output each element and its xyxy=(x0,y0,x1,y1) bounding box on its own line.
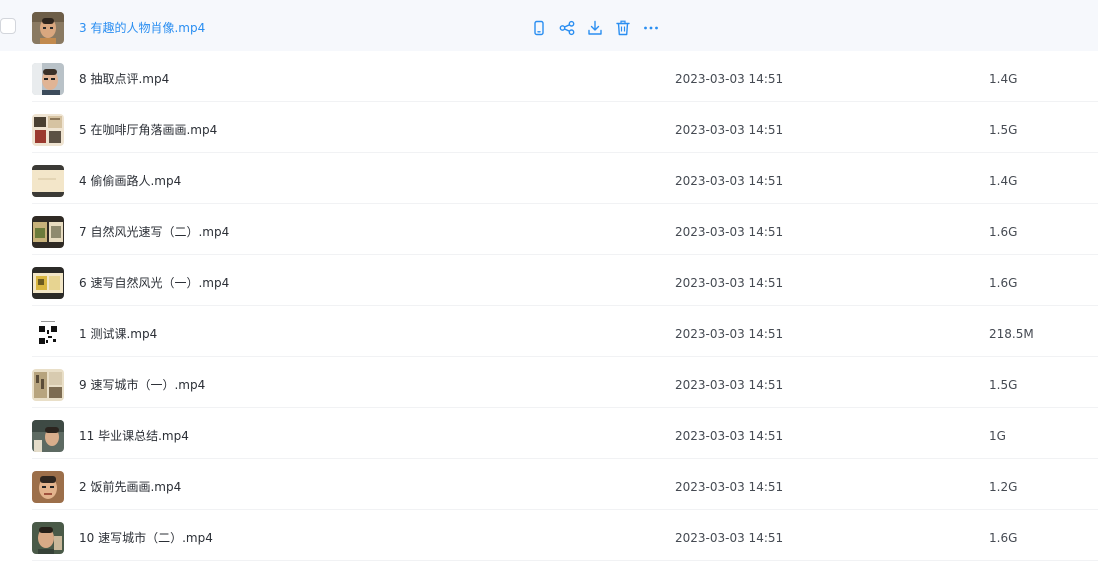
file-name[interactable]: 1 测试课.mp4 xyxy=(79,306,157,362)
file-name[interactable]: 5 在咖啡厅角落画画.mp4 xyxy=(79,102,217,158)
file-row[interactable]: 11 毕业课总结.mp4 2023-03-03 14:51 1G xyxy=(0,408,1098,459)
video-thumbnail[interactable] xyxy=(32,471,64,503)
file-name[interactable]: 7 自然风光速写（二）.mp4 xyxy=(79,204,229,260)
row-actions xyxy=(530,19,670,37)
video-thumbnail[interactable] xyxy=(32,165,64,197)
file-size: 1.6G xyxy=(989,225,1018,239)
file-row[interactable]: 10 速写城市（二）.mp4 2023-03-03 14:51 1.6G xyxy=(0,510,1098,561)
file-row[interactable]: 1 测试课.mp4 2023-03-03 14:51 218.5M xyxy=(0,306,1098,357)
file-date: 2023-03-03 14:51 xyxy=(675,174,784,188)
file-date: 2023-03-03 14:51 xyxy=(675,123,784,137)
video-thumbnail[interactable] xyxy=(32,63,64,95)
file-date: 2023-03-03 14:51 xyxy=(675,378,784,392)
video-thumbnail[interactable] xyxy=(32,369,64,401)
video-thumbnail[interactable] xyxy=(32,522,64,554)
file-name[interactable]: 6 速写自然风光（一）.mp4 xyxy=(79,255,229,311)
file-name[interactable]: 4 偷偷画路人.mp4 xyxy=(79,153,181,209)
download-icon[interactable] xyxy=(586,19,604,37)
file-size: 1.5G xyxy=(989,378,1018,392)
file-date: 2023-03-03 14:51 xyxy=(675,429,784,443)
video-thumbnail[interactable] xyxy=(32,12,64,44)
more-icon[interactable] xyxy=(642,19,660,37)
video-thumbnail[interactable] xyxy=(32,420,64,452)
file-row[interactable]: 6 速写自然风光（一）.mp4 2023-03-03 14:51 1.6G xyxy=(0,255,1098,306)
file-name[interactable]: 2 饭前先画画.mp4 xyxy=(79,459,181,515)
file-date: 2023-03-03 14:51 xyxy=(675,276,784,290)
file-row[interactable]: 9 速写城市（一）.mp4 2023-03-03 14:51 1.5G xyxy=(0,357,1098,408)
file-name[interactable]: 8 抽取点评.mp4 xyxy=(79,51,169,107)
file-name[interactable]: 10 速写城市（二）.mp4 xyxy=(79,510,213,566)
file-size: 1.4G xyxy=(989,72,1018,86)
file-size: 1.5G xyxy=(989,123,1018,137)
video-thumbnail[interactable] xyxy=(32,216,64,248)
file-size: 1.6G xyxy=(989,276,1018,290)
file-name[interactable]: 9 速写城市（一）.mp4 xyxy=(79,357,205,413)
file-name[interactable]: 3 有趣的人物肖像.mp4 xyxy=(79,0,205,56)
video-thumbnail[interactable] xyxy=(32,318,64,350)
file-size: 218.5M xyxy=(989,327,1034,341)
video-thumbnail[interactable] xyxy=(32,267,64,299)
phone-icon[interactable] xyxy=(530,19,548,37)
file-date: 2023-03-03 14:51 xyxy=(675,531,784,545)
file-size: 1G xyxy=(989,429,1006,443)
row-divider xyxy=(32,560,1098,561)
file-row[interactable]: 2 饭前先画画.mp4 2023-03-03 14:51 1.2G xyxy=(0,459,1098,510)
file-date: 2023-03-03 14:51 xyxy=(675,225,784,239)
file-row[interactable]: 3 有趣的人物肖像.mp4 xyxy=(0,0,1098,51)
file-row[interactable]: 5 在咖啡厅角落画画.mp4 2023-03-03 14:51 1.5G xyxy=(0,102,1098,153)
file-name[interactable]: 11 毕业课总结.mp4 xyxy=(79,408,189,464)
file-date: 2023-03-03 14:51 xyxy=(675,480,784,494)
file-date: 2023-03-03 14:51 xyxy=(675,72,784,86)
file-size: 1.2G xyxy=(989,480,1018,494)
file-size: 1.6G xyxy=(989,531,1018,545)
row-checkbox[interactable] xyxy=(0,18,16,34)
file-list: 3 有趣的人物肖像.mp4 8 抽取点评.mp4 2023-03-03 14:51 1… xyxy=(0,0,1098,568)
file-date: 2023-03-03 14:51 xyxy=(675,327,784,341)
file-row[interactable]: 7 自然风光速写（二）.mp4 2023-03-03 14:51 1.6G xyxy=(0,204,1098,255)
share-icon[interactable] xyxy=(558,19,576,37)
delete-icon[interactable] xyxy=(614,19,632,37)
file-row[interactable]: 4 偷偷画路人.mp4 2023-03-03 14:51 1.4G xyxy=(0,153,1098,204)
file-size: 1.4G xyxy=(989,174,1018,188)
video-thumbnail[interactable] xyxy=(32,114,64,146)
file-row[interactable]: 8 抽取点评.mp4 2023-03-03 14:51 1.4G xyxy=(0,51,1098,102)
